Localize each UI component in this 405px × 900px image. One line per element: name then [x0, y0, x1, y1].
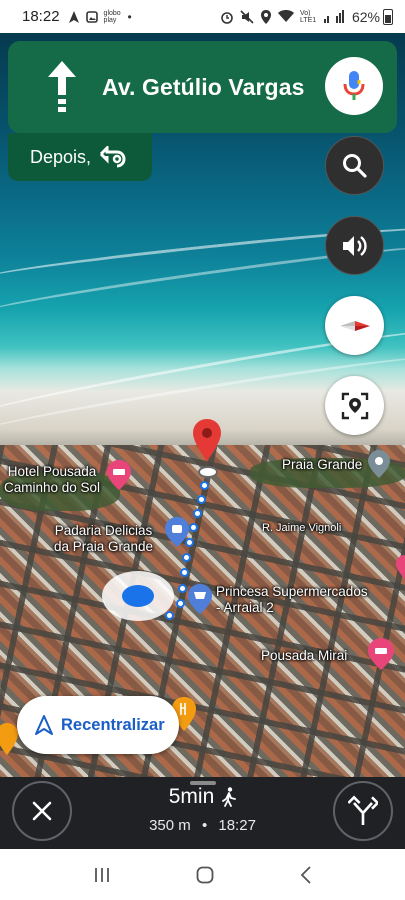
- compass-icon: [339, 320, 370, 331]
- route-dot: [193, 509, 202, 518]
- microphone-icon: [343, 71, 365, 100]
- street-name: Av. Getúlio Vargas: [102, 73, 305, 100]
- route-dot: [178, 584, 187, 593]
- recent-apps-icon[interactable]: [93, 867, 111, 883]
- location-status-icon: [260, 9, 271, 24]
- recenter-button[interactable]: Recentralizar: [17, 696, 179, 754]
- status-bar: 18:22 globo play • Vo) LTE1 62%: [0, 0, 405, 33]
- lodging-pin-icon[interactable]: [396, 555, 405, 579]
- carrier-tag: globo play: [103, 9, 121, 24]
- trip-duration: 5min: [168, 785, 215, 808]
- photo-status-icon: [85, 10, 98, 23]
- network-label: Vo) LTE1: [299, 9, 317, 24]
- battery-level: 62%: [351, 8, 380, 25]
- navigation-banner[interactable]: Av. Getúlio Vargas: [8, 41, 397, 133]
- volume-button[interactable]: [325, 216, 384, 275]
- compass-button[interactable]: [325, 296, 384, 355]
- walking-icon: [222, 787, 237, 807]
- mute-icon: [240, 9, 254, 24]
- lodging-pin-icon[interactable]: [368, 638, 394, 670]
- street-label: R. Jaime Vignoli: [262, 522, 342, 534]
- alternate-routes-button[interactable]: [333, 781, 393, 841]
- report-icon: [341, 392, 368, 419]
- route-dot: [182, 553, 191, 562]
- bakery-pin-icon[interactable]: [165, 517, 189, 547]
- destination-base: [198, 466, 218, 478]
- arrival-time: 18:27: [218, 817, 256, 834]
- restaurant-pin-icon[interactable]: [0, 723, 18, 755]
- voice-search-button[interactable]: [325, 57, 383, 115]
- praia-grande-label[interactable]: Praia Grande: [282, 457, 362, 473]
- route-dot: [176, 599, 185, 608]
- fork-routes-icon: [348, 795, 378, 825]
- wifi-icon: [277, 10, 294, 22]
- recenter-label: Recentralizar: [61, 715, 165, 734]
- status-time: 18:22: [22, 8, 60, 25]
- route-dot: [180, 568, 189, 577]
- search-icon: [342, 153, 367, 178]
- separator-dot: •: [201, 817, 208, 834]
- pousada-label[interactable]: Pousada Mirai: [261, 648, 347, 664]
- supermarket-label[interactable]: Princesa Supermercados - Arraial 2: [216, 584, 368, 616]
- supermarket-pin-icon[interactable]: [188, 584, 212, 614]
- hotel-pin-icon[interactable]: [107, 460, 131, 490]
- route-dot: [200, 481, 209, 490]
- route-dot: [165, 611, 174, 620]
- u-turn-left-icon: [99, 146, 126, 168]
- place-pin-icon[interactable]: [368, 450, 390, 478]
- padaria-label[interactable]: Padaria Delicias da Praia Grande: [54, 523, 153, 555]
- trip-summary-sheet[interactable]: 5min 350 m • 18:27: [0, 777, 405, 849]
- route-dot: [197, 495, 206, 504]
- trip-distance: 350 m: [149, 817, 191, 834]
- battery-icon: [383, 8, 393, 25]
- system-navigation-bar: [0, 849, 405, 900]
- destination-pin-icon[interactable]: [193, 419, 221, 461]
- navigation-arrow-icon: [35, 715, 53, 735]
- dot-icon: •: [127, 9, 132, 24]
- alarm-icon: [221, 11, 233, 24]
- user-location-dot: [122, 585, 154, 607]
- report-button[interactable]: [325, 376, 384, 435]
- search-button[interactable]: [325, 136, 384, 195]
- then-label: Depois,: [30, 146, 92, 167]
- home-icon[interactable]: [196, 866, 214, 884]
- volume-icon: [342, 235, 367, 256]
- navigation-status-icon: [68, 10, 79, 23]
- back-icon[interactable]: [300, 865, 312, 884]
- signal-icon: [323, 10, 344, 23]
- hotel-label[interactable]: Hotel Pousada Caminho do Sol: [4, 464, 100, 496]
- arrow-up-icon: [48, 61, 76, 112]
- next-step-box[interactable]: Depois,: [8, 133, 152, 181]
- route-dot: [189, 523, 198, 532]
